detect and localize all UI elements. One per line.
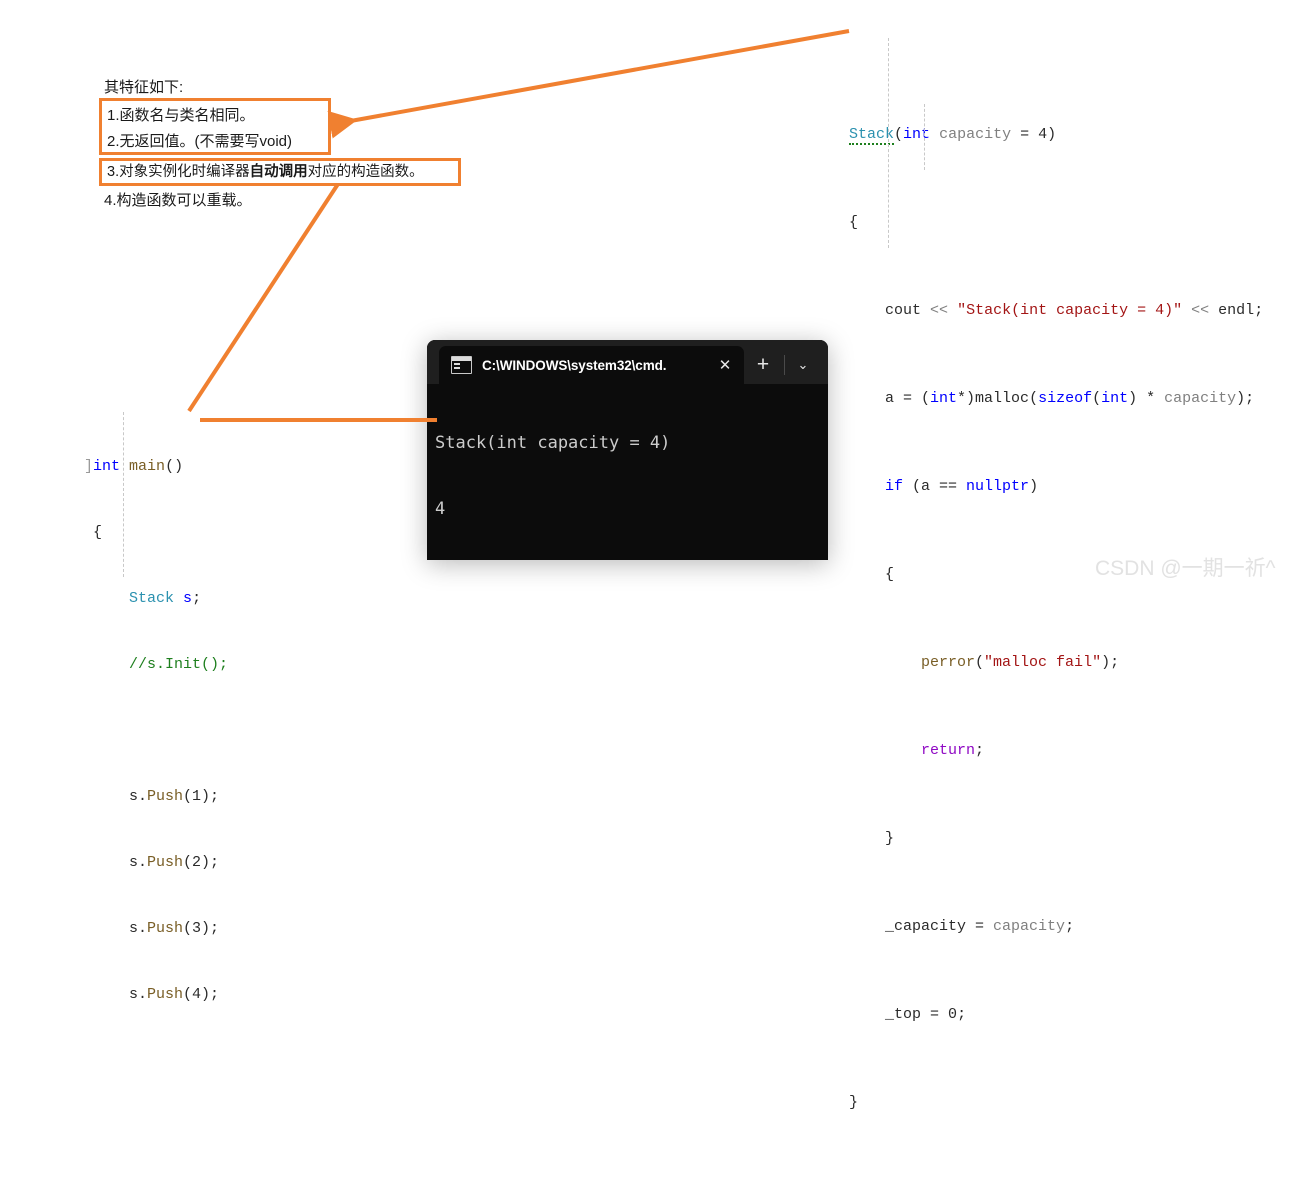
main-line-open-brace: { <box>84 524 103 541</box>
nullptr-token: nullptr <box>966 478 1030 495</box>
notes-title: 其特征如下: <box>104 79 184 96</box>
shift-operator-token: << <box>930 302 949 319</box>
console-icon <box>451 356 472 374</box>
indent-guide-outer <box>888 38 889 248</box>
main-line-blank <box>84 720 228 742</box>
if-token: if <box>885 478 904 495</box>
sizeof-token: sizeof <box>1038 390 1093 407</box>
perror-token: perror <box>921 654 976 671</box>
terminal-output-line: Stack(int capacity = 4) <box>435 433 671 453</box>
ctor-line-assign-top: _top = 0; <box>885 1006 967 1023</box>
cmd-terminal-window[interactable]: C:\WINDOWS\system32\cmd. ✕ + ⌄ Stack(int… <box>427 340 828 560</box>
malloc-fail-literal-token: "malloc fail" <box>984 654 1102 671</box>
main-line-signature: ]int main() <box>84 458 184 475</box>
return-token: return <box>921 742 976 759</box>
ctor-line-close-brace: } <box>849 1094 859 1111</box>
highlight-box-rules-1-2: 1.函数名与类名相同。 2.无返回值。(不需要写void) <box>99 98 331 155</box>
rule-3-emphasis: 自动调用 <box>249 164 308 180</box>
main-line-init-comment: //s.Init(); <box>129 656 229 673</box>
ctor-line-return: return; <box>921 742 985 759</box>
main-code-block: ]int main() { Stack s; //s.Init(); s.Pus… <box>84 368 228 1028</box>
member-capacity-token: _capacity <box>885 918 967 935</box>
member-top-token: _top <box>885 1006 922 1023</box>
rule-1-text: 1.函数名与类名相同。 <box>107 107 255 124</box>
highlight-box-rule-3: 3.对象实例化时编译器自动调用对应的构造函数。 <box>99 158 461 186</box>
ctor-line-if-close: } <box>849 830 895 847</box>
terminal-tab-title: C:\WINDOWS\system32\cmd. <box>482 357 667 373</box>
indent-guide-main <box>123 412 124 577</box>
keyword-int-token: int <box>903 126 931 143</box>
malloc-token: malloc <box>975 390 1030 407</box>
close-icon[interactable]: ✕ <box>712 356 738 374</box>
ctor-line-cout: cout << "Stack(int capacity = 4)" << end… <box>885 302 1264 319</box>
param-capacity-token: capacity <box>939 126 1012 143</box>
tabbar-divider <box>784 355 785 375</box>
terminal-output-area[interactable]: Stack(int capacity = 4) 4 4 2 2 请按任意键继续.… <box>427 384 828 560</box>
zero-token: 0 <box>948 1006 958 1023</box>
main-line-stack-decl: Stack s; <box>129 590 202 607</box>
terminal-tab-bar: C:\WINDOWS\system32\cmd. ✕ + ⌄ <box>427 340 828 384</box>
rule-3-suffix: 对应的构造函数。 <box>307 164 424 180</box>
main-line-push-3: s.Push(3); <box>84 920 220 937</box>
ctor-line-malloc: a = (int*)malloc(sizeof(int) * capacity)… <box>849 390 1255 407</box>
rule-3-text: 3.对象实例化时编译器自动调用对应的构造函数。 <box>102 162 458 182</box>
main-line-push-1: s.Push(1); <box>84 788 220 805</box>
terminal-output-line: 4 <box>435 499 446 519</box>
chevron-down-icon[interactable]: ⌄ <box>787 346 819 384</box>
ctor-line-open-brace: { <box>849 214 859 231</box>
main-line-push-4: s.Push(4); <box>84 986 220 1003</box>
rule-4-text: 4.构造函数可以重载。 <box>104 192 252 209</box>
terminal-tab[interactable]: C:\WINDOWS\system32\cmd. ✕ <box>439 346 744 384</box>
fold-marker[interactable]: ] <box>84 458 93 475</box>
cout-token: cout <box>885 302 922 319</box>
csdn-watermark: CSDN @一期一祈^ <box>1095 557 1276 580</box>
new-tab-icon[interactable]: + <box>744 346 782 384</box>
endl-token: endl <box>1218 302 1255 319</box>
rule-2-text: 2.无返回值。(不需要写void) <box>107 133 293 150</box>
constructor-code-block: Stack(int capacity = 4) { cout << "Stack… <box>849 14 1263 1178</box>
ctor-line-if: if (a == nullptr) <box>885 478 1039 495</box>
ctor-line-assign-capacity: _capacity = capacity; <box>885 918 1075 935</box>
default-value-token: 4 <box>1038 126 1048 143</box>
ctor-line-signature: Stack(int capacity = 4) <box>849 126 1057 145</box>
cout-string-token: "Stack(int capacity = 4)" <box>957 302 1183 319</box>
rule-3-prefix: 3.对象实例化时编译器 <box>107 164 250 180</box>
feature-notes-panel: 其特征如下: 1.函数名与类名相同。 2.无返回值。(不需要写void) 3.对… <box>99 78 499 214</box>
indent-guide-inner <box>924 104 925 170</box>
ctor-line-perror: perror("malloc fail"); <box>921 654 1120 671</box>
main-line-push-2: s.Push(2); <box>84 854 220 871</box>
